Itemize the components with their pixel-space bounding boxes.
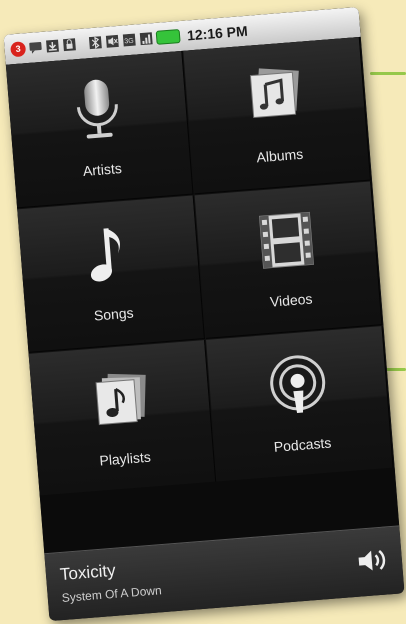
microphone-icon	[76, 79, 118, 139]
decor-line-top	[370, 72, 406, 75]
now-playing-artist: System Of A Down	[61, 583, 163, 606]
music-note-icon	[90, 228, 120, 282]
tile-albums-label: Albums	[255, 145, 304, 166]
tile-artists-label: Artists	[82, 160, 123, 180]
svg-text:3G: 3G	[124, 38, 134, 46]
speaker-icon[interactable]	[355, 545, 389, 575]
playlists-icon	[95, 373, 146, 426]
now-playing-title: Toxicity	[59, 560, 117, 585]
signal-icon	[139, 32, 153, 46]
tile-artists[interactable]: Artists	[5, 50, 194, 209]
status-clock: 12:16 PM	[186, 22, 249, 44]
tile-videos[interactable]: Videos	[194, 181, 383, 339]
podcast-icon	[270, 355, 326, 414]
tile-playlists[interactable]: Playlists	[28, 339, 217, 498]
tile-albums[interactable]: Albums	[183, 36, 372, 195]
tile-playlists-label: Playlists	[98, 448, 152, 469]
bluetooth-icon	[88, 36, 102, 50]
mute-icon	[105, 34, 119, 48]
notification-badge-icon[interactable]: 3	[10, 40, 27, 57]
film-icon	[258, 211, 314, 269]
tile-songs[interactable]: Songs	[17, 195, 205, 353]
battery-icon	[155, 29, 181, 45]
3g-icon: 3G	[122, 33, 136, 47]
tile-podcasts[interactable]: Podcasts	[206, 326, 394, 484]
phone-screen: 3 3G 12:16 PM Artists Albums Songs Video…	[3, 6, 405, 622]
message-icon	[29, 42, 42, 54]
lock-icon	[63, 38, 76, 52]
tile-videos-label: Videos	[269, 290, 314, 310]
library-grid: Artists Albums Songs Videos Playlists Po…	[5, 36, 395, 499]
tile-songs-label: Songs	[93, 304, 135, 324]
albums-icon	[249, 68, 299, 119]
download-icon	[46, 39, 59, 53]
tile-podcasts-label: Podcasts	[273, 434, 332, 455]
